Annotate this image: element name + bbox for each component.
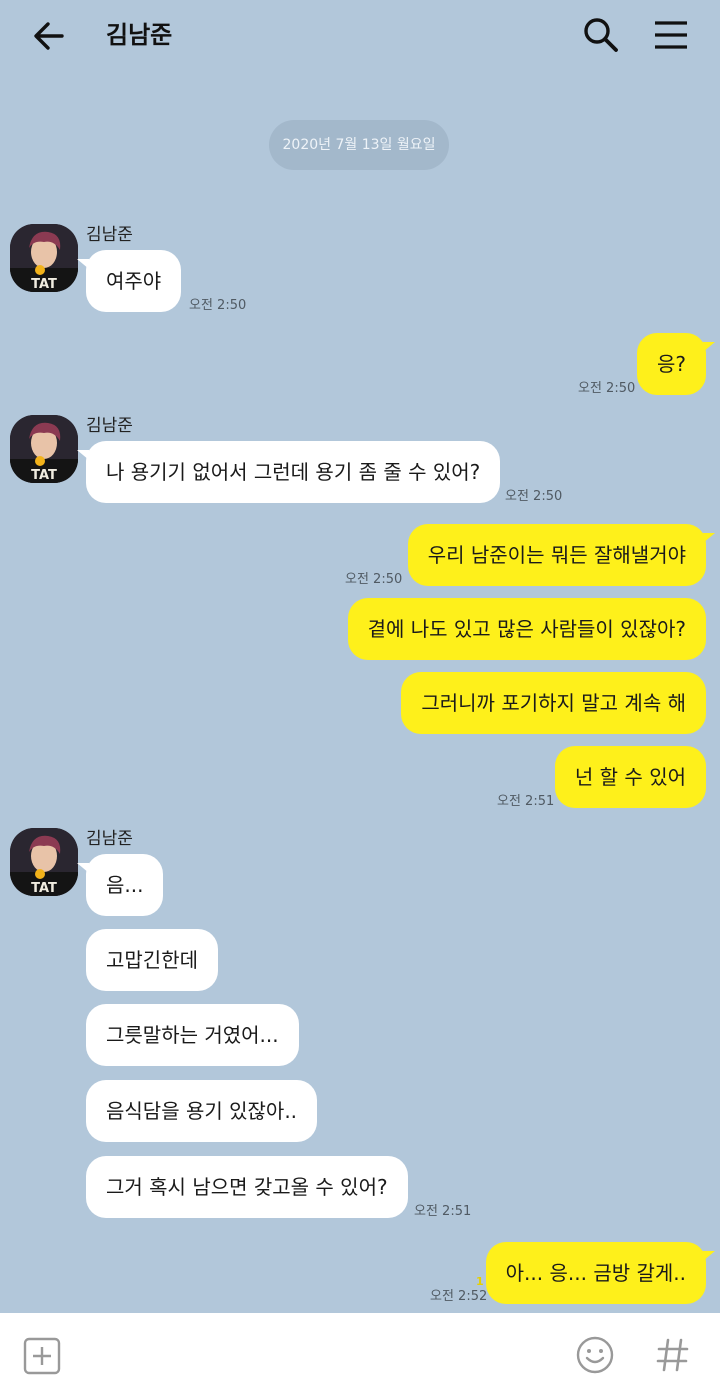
- message-bubble[interactable]: 음...: [76, 854, 164, 916]
- avatar[interactable]: TAT: [10, 224, 78, 292]
- message-time: 오전 2:50: [189, 298, 247, 313]
- message-time: 오전 2:52: [430, 1289, 488, 1304]
- avatar[interactable]: TAT: [10, 415, 78, 483]
- message-time: 오전 2:50: [505, 489, 563, 504]
- sender-name: 김남준: [86, 416, 133, 436]
- message-time: 오전 2:50: [345, 572, 403, 587]
- hashtag-icon[interactable]: [652, 1334, 694, 1376]
- svg-text:TAT: TAT: [31, 881, 57, 896]
- message-bubble[interactable]: 고맙긴한데: [86, 929, 218, 991]
- message-bubble[interactable]: 나 용기기 없어서 그런데 용기 좀 줄 수 있어?: [76, 441, 501, 503]
- svg-text:TAT: TAT: [31, 277, 57, 292]
- avatar[interactable]: TAT: [10, 828, 78, 896]
- message-time: 오전 2:51: [414, 1204, 472, 1219]
- message-bubble[interactable]: 그러니까 포기하지 말고 계속 해: [401, 672, 706, 734]
- menu-icon[interactable]: [648, 12, 694, 58]
- search-icon[interactable]: [578, 12, 624, 58]
- message-bubble[interactable]: 응?: [636, 333, 716, 395]
- date-divider: 2020년 7월 13일 월요일: [269, 120, 449, 170]
- plus-square-icon[interactable]: [22, 1336, 62, 1376]
- sender-name: 김남준: [86, 829, 133, 849]
- chat-title: 김남준: [106, 21, 173, 49]
- message-bubble[interactable]: 음식담을 용기 있잖아..: [86, 1080, 318, 1142]
- message-bubble[interactable]: 그릇말하는 거였어...: [86, 1004, 299, 1066]
- message-time: 오전 2:51: [497, 794, 555, 809]
- message-bubble[interactable]: 아... 응... 금방 갈게..: [485, 1242, 716, 1304]
- message-time: 오전 2:50: [578, 381, 636, 396]
- back-arrow-icon[interactable]: [28, 14, 72, 58]
- message-bubble[interactable]: 여주야: [76, 250, 182, 312]
- sender-name: 김남준: [86, 225, 133, 245]
- message-bubble[interactable]: 곁에 나도 있고 많은 사람들이 있잖아?: [347, 598, 706, 660]
- message-bubble[interactable]: 넌 할 수 있어: [554, 746, 706, 808]
- svg-text:TAT: TAT: [31, 468, 57, 483]
- message-bubble[interactable]: 우리 남준이는 뭐든 잘해낼거야: [407, 524, 716, 586]
- unread-count: 1: [476, 1275, 484, 1288]
- input-bar: [0, 1313, 720, 1392]
- chat-header: 김남준: [0, 0, 720, 72]
- emoji-icon[interactable]: [574, 1334, 616, 1376]
- message-bubble[interactable]: 그거 혹시 남으면 갖고올 수 있어?: [86, 1156, 408, 1218]
